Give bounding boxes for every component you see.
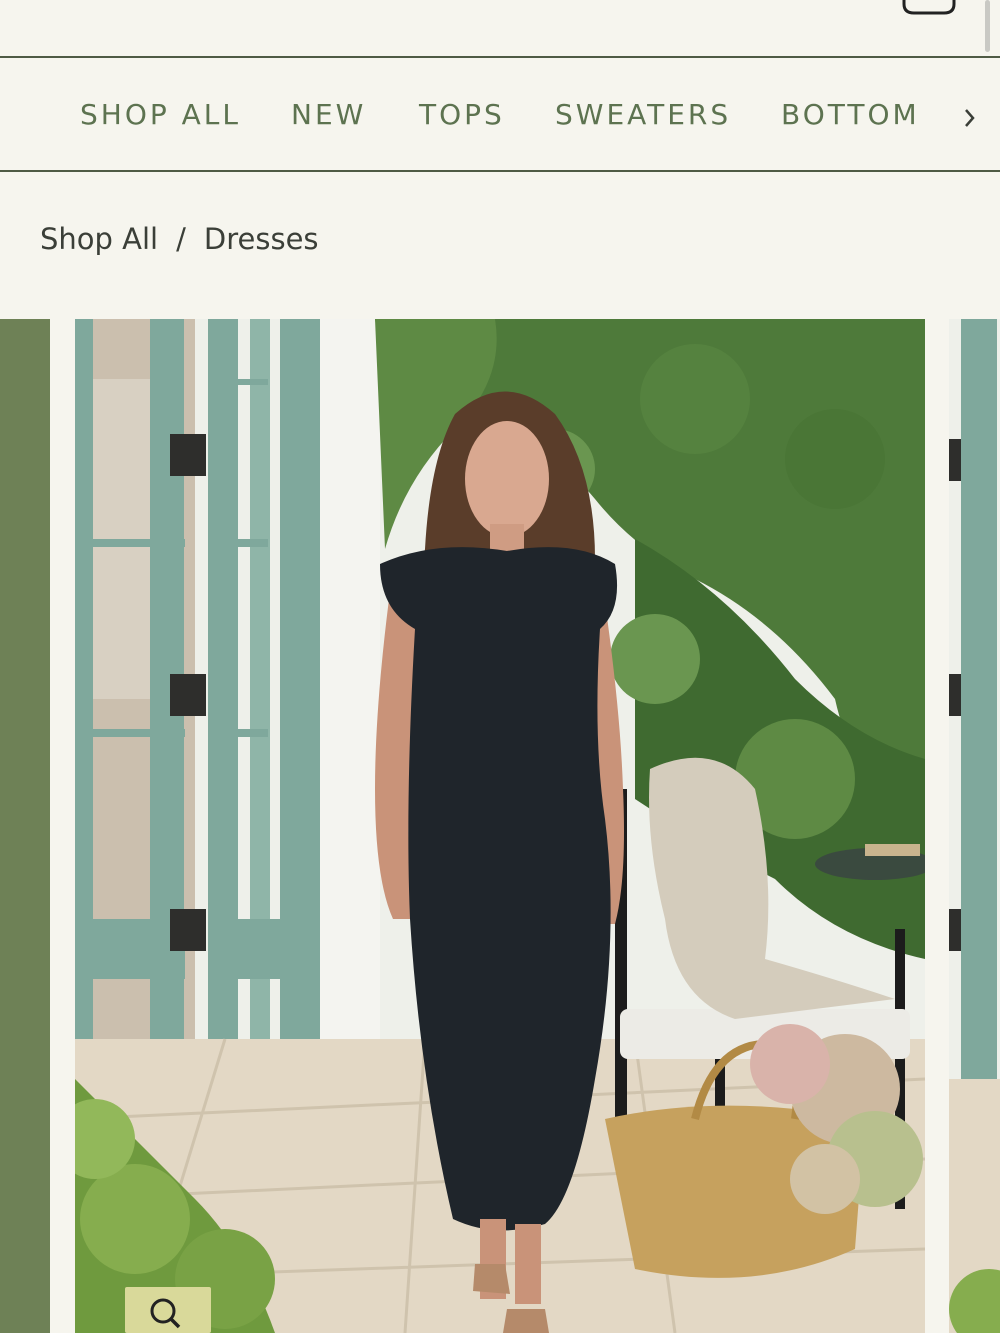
category-nav: SHOP ALL NEW TOPS SWEATERS BOTTOM [0, 58, 1000, 170]
shopping-bag-icon[interactable] [898, 0, 960, 16]
site-header [0, 0, 1000, 57]
nav-item-sweaters[interactable]: SWEATERS [555, 98, 731, 131]
previous-slide-image[interactable] [0, 319, 50, 1333]
magnifier-icon [150, 1298, 181, 1329]
nav-item-bottom[interactable]: BOTTOM [781, 98, 920, 131]
user-icon[interactable] [828, 0, 858, 2]
chevron-right-icon[interactable] [960, 102, 980, 132]
nav-item-tops[interactable]: TOPS [419, 98, 505, 131]
breadcrumb-current: Dresses [203, 222, 319, 256]
breadcrumb: Shop All / Dresses [40, 222, 319, 256]
next-slide-image[interactable] [949, 319, 1000, 1333]
nav-item-new[interactable]: NEW [291, 98, 366, 131]
product-image[interactable] [75, 319, 925, 1333]
breadcrumb-separator: / [176, 222, 186, 256]
breadcrumb-shop-all[interactable]: Shop All [40, 222, 158, 256]
zoom-button[interactable] [125, 1287, 211, 1333]
scrollbar-thumb[interactable] [985, 0, 990, 52]
divider [0, 170, 1000, 172]
nav-item-shop-all[interactable]: SHOP ALL [80, 98, 241, 131]
